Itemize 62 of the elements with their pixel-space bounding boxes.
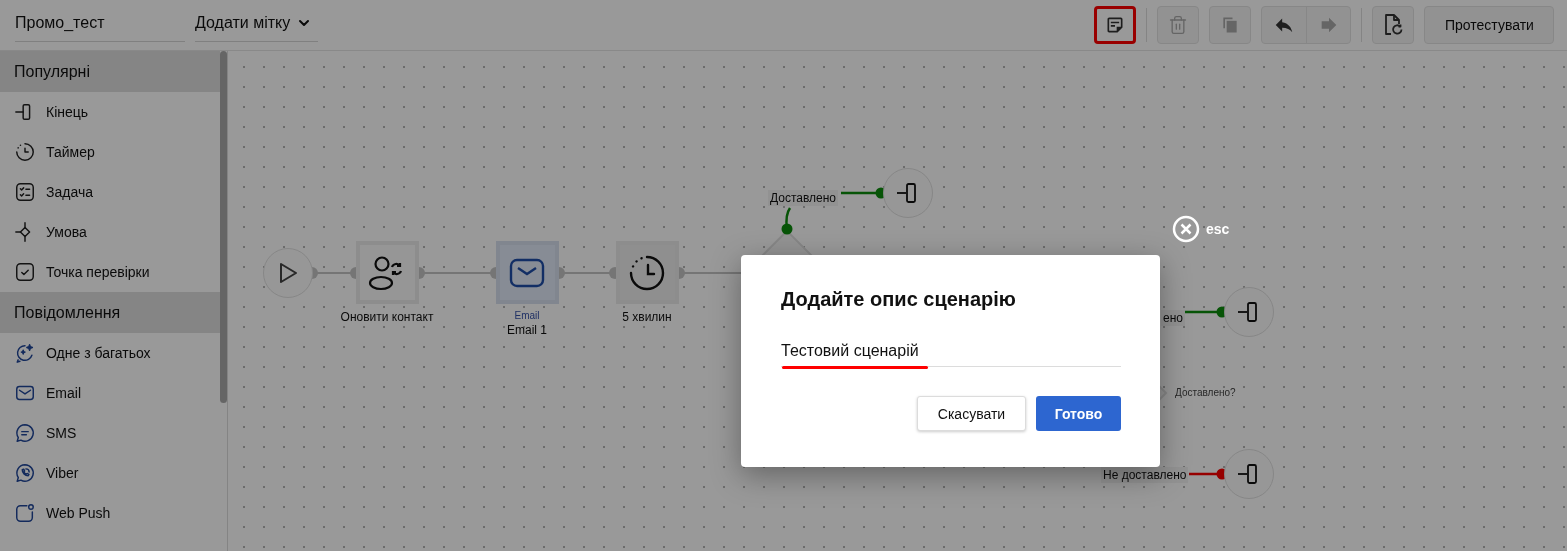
clock-icon [14,141,36,163]
envelope-icon [509,257,545,288]
branch-label: Доставлено [768,190,839,206]
document-refresh-icon [1382,13,1404,37]
section-header: Повідомлення [0,292,220,333]
section-header: Популярні [0,51,220,92]
branch-label: Не доставлено [1101,467,1189,483]
sidebar-item[interactable]: Задача [0,172,220,212]
item-label: SMS [46,425,77,441]
notification-icon [14,502,36,524]
item-label: Точка перевірки [46,264,150,280]
sidebar-item[interactable]: SMS [0,413,220,453]
restore-button[interactable] [1372,6,1414,44]
end-node[interactable] [1224,449,1274,499]
item-label: Кінець [46,104,89,120]
tag-select[interactable]: Додати мітку [195,8,319,42]
item-label: Web Push [46,505,111,521]
item-label: Одне з багатьох [46,345,151,361]
start-node[interactable] [263,248,313,298]
play-icon [278,262,298,284]
end-node[interactable] [883,168,933,218]
note-icon [1105,15,1125,35]
node-label: 5 хвилин [622,310,672,324]
email-node[interactable] [495,241,559,304]
phone-chat-icon [14,462,36,484]
checkbox-icon [14,261,36,283]
note-button[interactable] [1094,6,1136,44]
checklist-icon [14,181,36,203]
item-label: Viber [46,465,79,481]
trash-icon [1168,15,1188,35]
sidebar-item[interactable]: Таймер [0,132,220,172]
scrollbar[interactable] [220,51,227,403]
sidebar-item[interactable]: Умова [0,212,220,252]
sidebar-item[interactable]: Точка перевірки [0,252,220,292]
test-button[interactable]: Протестувати [1424,6,1554,44]
item-label: Задача [46,184,93,200]
sidebar-item[interactable]: Email [0,373,220,413]
chat-icon [14,422,36,444]
item-label: Таймер [46,144,95,160]
dialog-title: Додайте опис сценарію [781,288,1017,311]
clock-icon [628,253,666,292]
sidebar-item[interactable]: Одне з багатьох [0,333,220,373]
description-field[interactable]: Тестовий сценарій [781,338,1121,367]
node-label: Оновити контакт [340,310,434,324]
cancel-button[interactable]: Скасувати [917,396,1026,431]
condition-label: Доставлено? [1175,387,1236,398]
item-label: Умова [46,224,87,240]
sidebar-item[interactable]: Web Push [0,493,220,533]
sidebar-item[interactable]: Viber [0,453,220,493]
item-label: Email [46,385,81,401]
update-contact-node[interactable] [355,241,419,304]
scenario-name-field[interactable]: Промо_тест [15,8,185,42]
timer-node[interactable] [615,241,679,304]
node-label: Email 1 [507,323,547,337]
node-type-label: Email [514,310,540,321]
sparkle-chat-icon [14,342,36,364]
copy-icon [1220,15,1240,35]
end-node[interactable] [1224,287,1274,337]
close-icon [1172,215,1200,243]
sidebar-item[interactable]: Кінець [0,92,220,132]
branch-label: ено [1161,310,1185,326]
confirm-button[interactable]: Готово [1036,396,1121,431]
